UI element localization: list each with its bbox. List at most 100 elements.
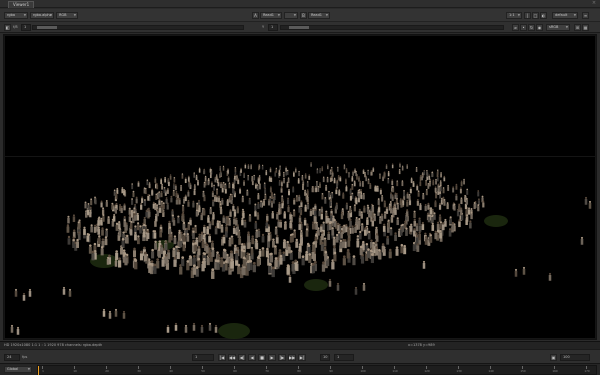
timeline: Global ▼ 1 10 20 30 40 50 60 70 80 90 100 110 120 130 1… bbox=[0, 363, 600, 375]
timeline-ruler[interactable]: 1 10 20 30 40 50 60 70 80 90 100 110 120 130 140 150 160… bbox=[37, 365, 597, 375]
crowd-figure bbox=[422, 260, 426, 269]
crowd-figure bbox=[195, 174, 198, 181]
flipbook-icon[interactable]: ▣ bbox=[550, 354, 557, 361]
prev-key-button[interactable]: ◀◀ bbox=[228, 354, 236, 361]
next-key-button[interactable]: ▶▶ bbox=[288, 354, 296, 361]
frame-mode-icon[interactable]: ⊞ bbox=[574, 24, 581, 31]
play-forward-button[interactable]: ▶ bbox=[268, 354, 276, 361]
crowd-figure bbox=[302, 183, 304, 190]
crowd-figure bbox=[356, 238, 360, 248]
input-b-dropdown[interactable]: Read1 ▼ bbox=[308, 12, 330, 19]
input-a-dropdown[interactable]: Read1 ▼ bbox=[260, 12, 282, 19]
merge-dropdown[interactable]: ▼ bbox=[284, 12, 298, 19]
crowd-figure bbox=[153, 230, 157, 239]
colorspace-dropdown[interactable]: sRGB ▼ bbox=[546, 24, 570, 31]
gamma-slider[interactable] bbox=[280, 25, 504, 30]
close-icon[interactable]: × bbox=[591, 1, 597, 7]
layer-dropdown[interactable]: rgba.alpha ▼ bbox=[30, 12, 54, 19]
gain-field[interactable]: 1 bbox=[21, 24, 31, 31]
timeline-tick-label: 100 bbox=[360, 369, 366, 373]
crowd-figure bbox=[387, 219, 390, 228]
crowd-figure bbox=[349, 188, 352, 195]
next-frame-button[interactable]: |▶ bbox=[278, 354, 286, 361]
gain-slider[interactable] bbox=[32, 25, 244, 30]
crowd-figure bbox=[388, 248, 392, 259]
crowd-figure bbox=[97, 235, 101, 244]
crowd-figure bbox=[282, 251, 286, 262]
roi-icon[interactable]: □ bbox=[532, 12, 539, 19]
crowd-figure bbox=[410, 177, 413, 184]
tab-viewer[interactable]: Viewer1 bbox=[8, 1, 35, 8]
crowd-figure bbox=[115, 192, 118, 200]
crowd-figure bbox=[166, 324, 170, 333]
lut-dropdown[interactable]: default ▼ bbox=[552, 12, 578, 19]
crowd-figure bbox=[248, 197, 251, 205]
crowd-figure bbox=[383, 211, 387, 219]
crowd-figure bbox=[252, 261, 256, 273]
input-a-icon[interactable]: A bbox=[252, 12, 259, 19]
zoom-dropdown[interactable]: 1:1 ▼ bbox=[506, 12, 522, 19]
gamma-slider-handle[interactable] bbox=[289, 26, 309, 29]
pause-icon[interactable]: ◉ bbox=[536, 24, 543, 31]
crowd-figure bbox=[345, 178, 347, 185]
step-field[interactable]: 10 bbox=[320, 354, 330, 361]
crowd-figure bbox=[100, 245, 104, 256]
gamma-field[interactable]: 1 bbox=[268, 24, 278, 31]
crowd-figure bbox=[319, 182, 321, 188]
gain-icon[interactable]: ◧ bbox=[4, 24, 11, 31]
crowd-figure bbox=[255, 229, 259, 238]
crowd-figure bbox=[298, 205, 301, 213]
crowd-figure bbox=[381, 194, 384, 202]
lock-icon[interactable]: • bbox=[520, 24, 527, 31]
crowd-figure bbox=[267, 232, 271, 242]
crowd-figure bbox=[114, 206, 118, 214]
crowd-figure bbox=[408, 194, 411, 201]
tab-bar: Viewer1 × bbox=[0, 0, 600, 8]
crowd-figure bbox=[203, 168, 206, 174]
crowd-figure bbox=[342, 192, 345, 199]
crowd-figure bbox=[419, 180, 422, 187]
crowd-figure bbox=[105, 199, 108, 207]
crowd-figure bbox=[154, 240, 158, 250]
refresh-icon[interactable]: ↻ bbox=[528, 24, 535, 31]
crowd-figure bbox=[246, 189, 249, 196]
crowd-figure bbox=[253, 174, 256, 181]
display-value: RGB bbox=[59, 13, 67, 17]
crowd-figure bbox=[271, 266, 275, 278]
channels-dropdown[interactable]: rgba ▼ bbox=[4, 12, 28, 19]
range-start-field[interactable]: 1 bbox=[334, 354, 354, 361]
crowd-figure bbox=[214, 324, 218, 333]
viewer-canvas[interactable] bbox=[3, 34, 597, 340]
proxy-icon[interactable]: ◐ bbox=[540, 12, 547, 19]
prev-frame-button[interactable]: ◀| bbox=[238, 354, 246, 361]
frame-field[interactable]: 1 bbox=[192, 354, 214, 361]
playback-controls: 24 fps 1 |◀ ◀◀ ◀| ◀ ■ ▶ |▶ ▶▶ ▶| 10 1 ▣ 100 bbox=[0, 349, 600, 363]
wipe-icon[interactable]: | bbox=[524, 12, 531, 19]
crowd-figure bbox=[335, 187, 338, 195]
timeline-tick-label: 120 bbox=[424, 369, 430, 373]
clip-warning-icon[interactable]: ⌀ bbox=[512, 24, 519, 31]
stop-button[interactable]: ■ bbox=[258, 354, 266, 361]
settings-icon[interactable]: ≡ bbox=[582, 12, 589, 19]
crowd-figure bbox=[470, 211, 473, 220]
input-b-icon[interactable]: B bbox=[300, 12, 307, 19]
fps-field[interactable]: 24 bbox=[4, 354, 20, 361]
play-back-button[interactable]: ◀ bbox=[248, 354, 256, 361]
display-channel-dropdown[interactable]: RGB ▼ bbox=[56, 12, 78, 19]
crowd-figure bbox=[221, 197, 224, 205]
crowd-figure bbox=[160, 178, 163, 185]
crowd-figure bbox=[86, 233, 90, 242]
crowd-figure bbox=[377, 205, 381, 213]
crowd-figure bbox=[359, 180, 362, 187]
range-mode-dropdown[interactable]: Global ▼ bbox=[4, 366, 32, 373]
first-frame-button[interactable]: |◀ bbox=[218, 354, 226, 361]
range-end-field[interactable]: 100 bbox=[560, 354, 590, 361]
crowd-figure bbox=[168, 226, 172, 235]
last-frame-button[interactable]: ▶| bbox=[298, 354, 306, 361]
crowd-figure bbox=[366, 248, 371, 258]
crowd-figure bbox=[434, 186, 437, 193]
checker-icon[interactable]: ▦ bbox=[582, 24, 589, 31]
gain-slider-handle[interactable] bbox=[37, 26, 57, 29]
crowd-figure bbox=[432, 179, 435, 186]
playhead[interactable] bbox=[38, 366, 39, 375]
